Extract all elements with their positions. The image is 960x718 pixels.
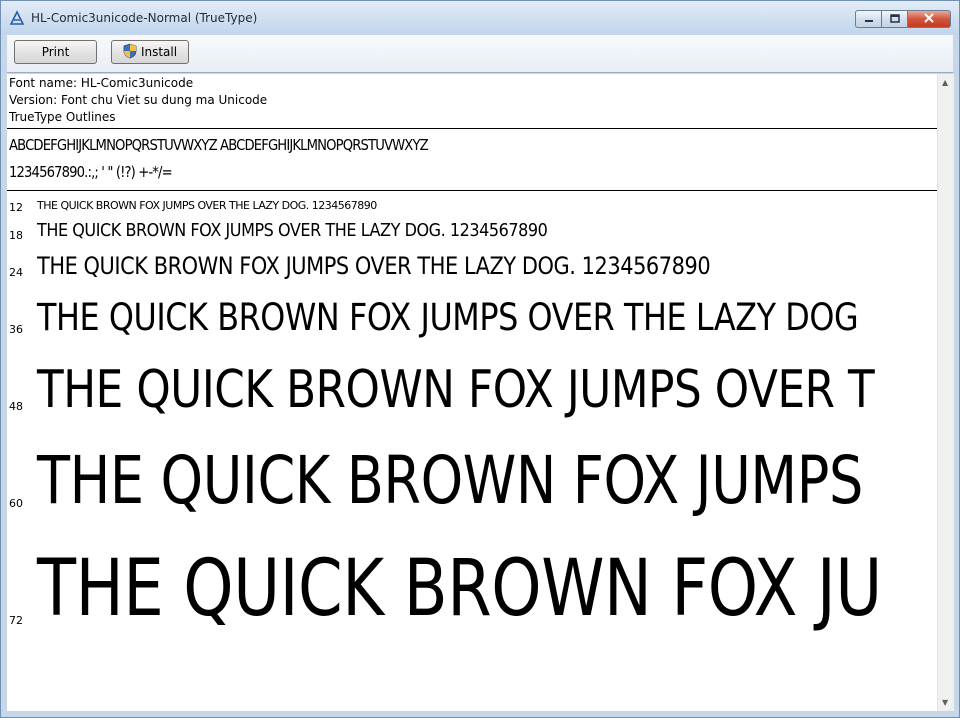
font-name: Font name: HL-Comic3unicode: [9, 76, 194, 90]
scroll-down-icon[interactable]: ▼: [942, 698, 948, 707]
font-version: Version: Font chu Viet su dung ma Unicod…: [9, 93, 268, 107]
sample-text: THE QUICK BROWN FOX JUMPS OVER T: [37, 360, 875, 420]
font-preview-area[interactable]: Font name: HL-Comic3unicode Version: Fon…: [7, 74, 937, 711]
charset-letters: ABCDEFGHIJKLMNOPQRSTUVWXYZ ABCDEFGHIJKLM…: [9, 136, 429, 154]
size-label: 12: [9, 201, 23, 214]
minimize-button[interactable]: [855, 10, 881, 28]
sample-text: THE QUICK BROWN FOX JUMPS OVER THE LAZY …: [37, 220, 548, 241]
size-label: 24: [9, 266, 23, 279]
maximize-button[interactable]: [881, 10, 907, 28]
close-icon: [923, 12, 935, 26]
charset-symbols: 1234567890.:,; ' " (!?) +-*/=: [9, 163, 173, 181]
toolbar: Print Install: [7, 35, 953, 73]
font-info: Font name: HL-Comic3unicode Version: Fon…: [9, 75, 267, 126]
size-label: 18: [9, 229, 23, 242]
install-label: Install: [140, 45, 178, 59]
vertical-scrollbar[interactable]: ▲ ▼: [937, 74, 954, 711]
font-file-icon: [9, 10, 25, 26]
size-label: 72: [9, 614, 23, 627]
minimize-icon: [864, 12, 874, 26]
size-label: 36: [9, 323, 23, 336]
font-viewer-window: HL-Comic3unicode-Normal (TrueType) Print: [0, 0, 960, 718]
divider: [7, 190, 937, 191]
sample-text: THE QUICK BROWN FOX JUMPS OVER THE LAZY …: [37, 199, 377, 212]
title-bar[interactable]: HL-Comic3unicode-Normal (TrueType): [1, 1, 959, 35]
sample-text: THE QUICK BROWN FOX JUMPS OVER THE LAZY …: [37, 252, 711, 280]
window-controls: [855, 10, 951, 28]
window-title: HL-Comic3unicode-Normal (TrueType): [31, 11, 258, 25]
maximize-icon: [889, 12, 900, 26]
shield-icon: [123, 43, 137, 62]
install-button[interactable]: Install: [111, 40, 189, 64]
sample-text: THE QUICK BROWN FOX JUMPS: [37, 442, 863, 519]
sample-text: THE QUICK BROWN FOX JU: [37, 544, 882, 634]
close-button[interactable]: [907, 10, 951, 28]
divider: [7, 128, 937, 129]
print-button[interactable]: Print: [14, 40, 97, 64]
scroll-up-icon[interactable]: ▲: [942, 78, 948, 87]
font-type: TrueType Outlines: [9, 110, 116, 124]
size-label: 60: [9, 497, 23, 510]
sample-text: THE QUICK BROWN FOX JUMPS OVER THE LAZY …: [37, 296, 859, 339]
size-label: 48: [9, 400, 23, 413]
